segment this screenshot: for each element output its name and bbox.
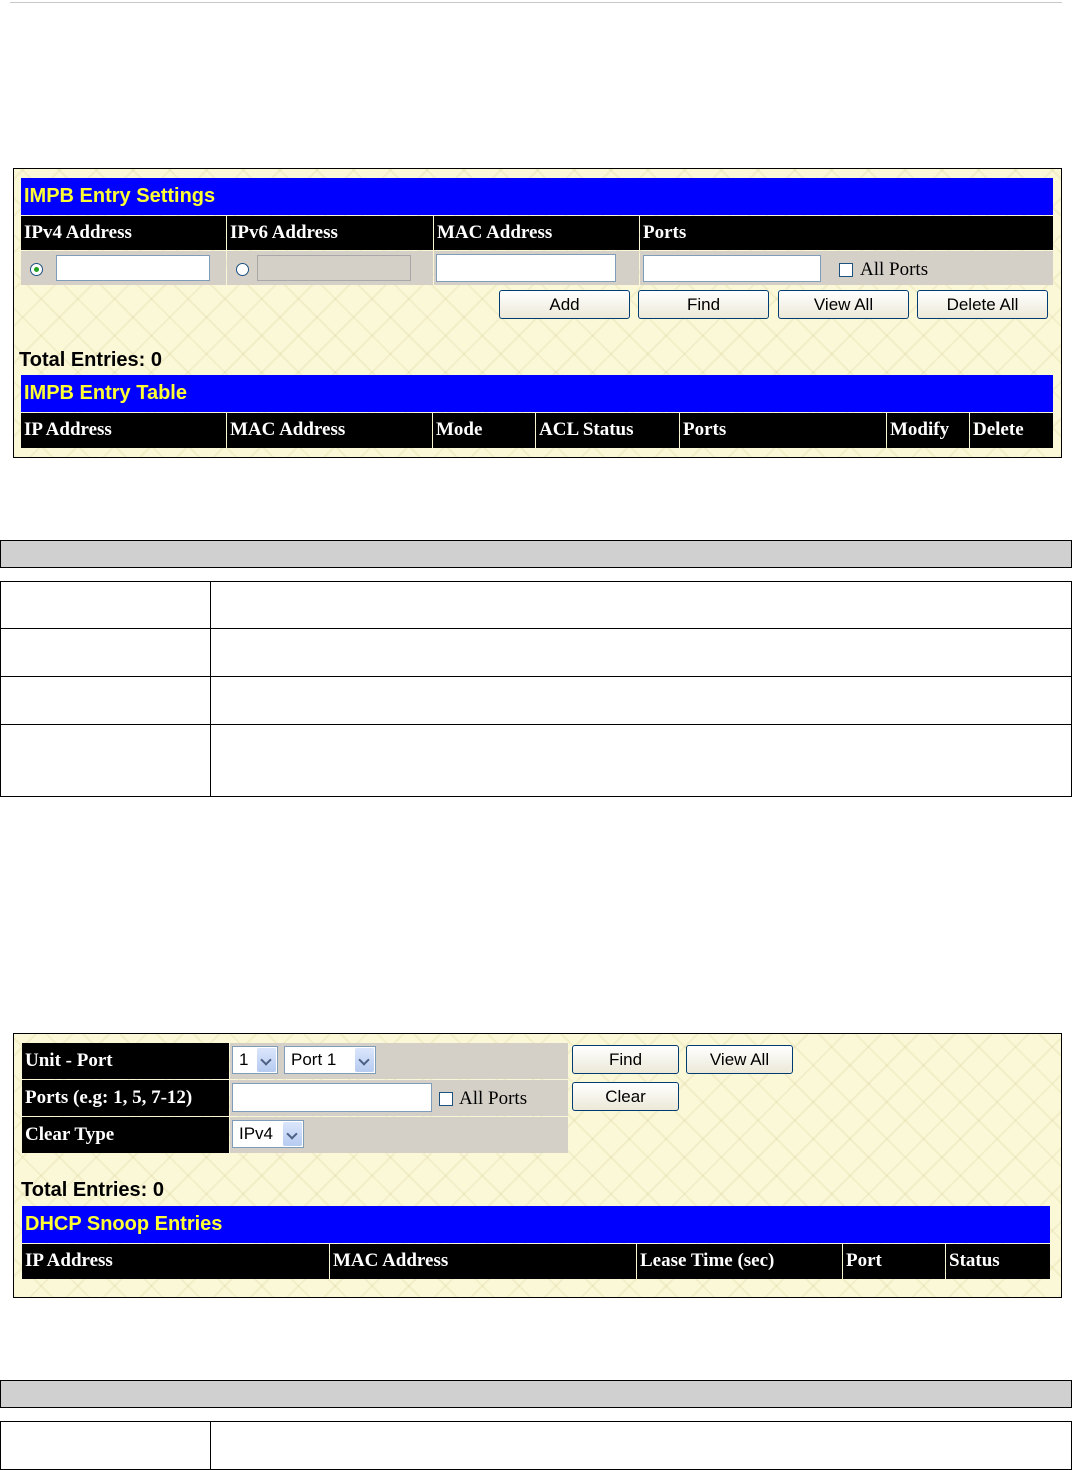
impb-settings-title: IMPB Entry Settings xyxy=(21,178,1053,215)
dhcp-snoop-panel: Unit - Port Ports (e.g: 1, 5, 7-12) Clea… xyxy=(13,1033,1062,1298)
chevron-down-icon xyxy=(283,1122,302,1146)
ipv6-address-header: IPv6 Address xyxy=(227,216,433,250)
view-all-button[interactable]: View All xyxy=(778,290,909,319)
table-ports-header: Ports xyxy=(680,413,886,448)
table-delete-header: Delete xyxy=(970,413,1053,448)
all-ports-checkbox[interactable] xyxy=(439,1092,453,1106)
unit-select-value: 1 xyxy=(239,1050,249,1069)
table-row xyxy=(0,628,1072,677)
port-select-value: Port 1 xyxy=(291,1050,337,1069)
clear-type-select-value: IPv4 xyxy=(239,1124,274,1143)
find-button[interactable]: Find xyxy=(572,1045,679,1074)
table-lease-time-header: Lease Time (sec) xyxy=(637,1244,842,1279)
description-table-2-header xyxy=(0,1380,1072,1408)
port-select[interactable]: Port 1 xyxy=(284,1046,376,1074)
impb-table-title: IMPB Entry Table xyxy=(21,375,1053,412)
table-ip-address-header: IP Address xyxy=(21,413,226,448)
impb-total-entries: Total Entries: 0 xyxy=(19,349,162,371)
dhcp-snoop-entries-title: DHCP Snoop Entries xyxy=(22,1206,1050,1243)
description-table-1-header xyxy=(0,540,1072,568)
table-mac-address-header: MAC Address xyxy=(330,1244,636,1279)
clear-button[interactable]: Clear xyxy=(572,1082,679,1111)
table-modify-header: Modify xyxy=(887,413,969,448)
ipv6-address-input[interactable] xyxy=(257,255,411,281)
ipv4-address-header: IPv4 Address xyxy=(21,216,226,250)
chevron-down-icon xyxy=(355,1048,374,1072)
ports-input[interactable] xyxy=(643,255,821,282)
table-ip-address-header: IP Address xyxy=(22,1244,329,1279)
unit-select[interactable]: 1 xyxy=(232,1046,278,1074)
ports-input[interactable] xyxy=(232,1083,432,1112)
chevron-down-icon xyxy=(257,1048,276,1072)
find-button[interactable]: Find xyxy=(638,290,769,319)
table-port-header: Port xyxy=(843,1244,945,1279)
table-row xyxy=(0,676,1072,725)
table-acl-status-header: ACL Status xyxy=(536,413,679,448)
all-ports-checkbox[interactable] xyxy=(839,263,853,277)
table-row xyxy=(0,724,1072,797)
clear-type-select[interactable]: IPv4 xyxy=(232,1120,304,1148)
ipv4-radio[interactable] xyxy=(30,263,43,276)
unit-port-cell xyxy=(230,1043,568,1079)
page-top-rule xyxy=(10,2,1062,3)
ports-header: Ports xyxy=(640,216,1053,250)
table-row xyxy=(0,581,1072,629)
ipv6-radio[interactable] xyxy=(236,263,249,276)
clear-type-label: Clear Type xyxy=(22,1117,229,1153)
mac-address-input[interactable] xyxy=(436,254,616,282)
description-table-2 xyxy=(0,1380,1072,1470)
delete-all-button[interactable]: Delete All xyxy=(917,290,1048,319)
ipv4-address-input[interactable] xyxy=(56,255,210,281)
all-ports-label: All Ports xyxy=(860,259,929,280)
description-table-1 xyxy=(0,540,1072,797)
all-ports-label: All Ports xyxy=(459,1088,528,1109)
add-button[interactable]: Add xyxy=(499,290,630,319)
dhcp-total-entries: Total Entries: 0 xyxy=(21,1179,164,1201)
table-mac-address-header: MAC Address xyxy=(227,413,432,448)
table-row xyxy=(0,1421,1072,1470)
mac-address-header: MAC Address xyxy=(434,216,639,250)
unit-port-label: Unit - Port xyxy=(22,1043,229,1079)
impb-panel: IMPB Entry Settings IPv4 Address IPv6 Ad… xyxy=(13,168,1062,458)
table-status-header: Status xyxy=(946,1244,1050,1279)
table-mode-header: Mode xyxy=(433,413,535,448)
view-all-button[interactable]: View All xyxy=(686,1045,793,1074)
ports-label: Ports (e.g: 1, 5, 7-12) xyxy=(22,1080,229,1116)
